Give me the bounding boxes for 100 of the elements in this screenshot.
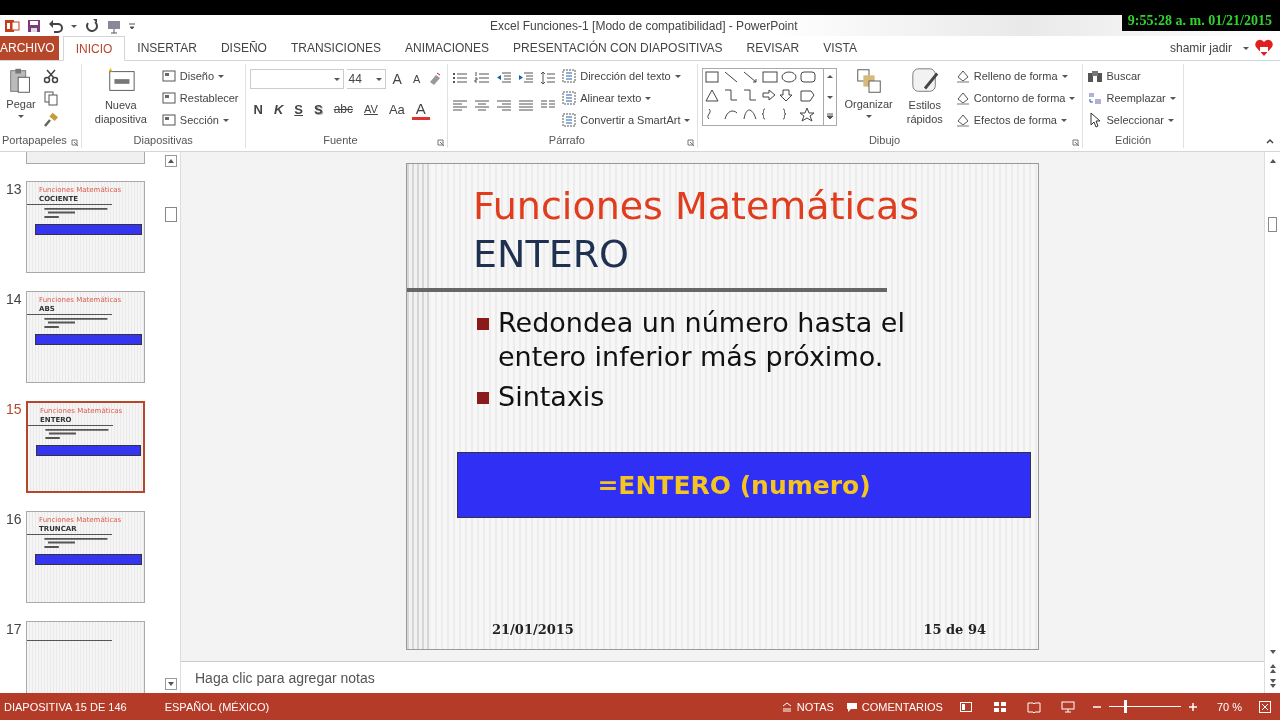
collapse-ribbon-icon[interactable] (1266, 137, 1274, 145)
ribbon-command[interactable]: Reemplazar (1087, 88, 1179, 108)
ribbon-command[interactable]: Convertir a SmartArt (561, 110, 694, 130)
replace-icon (1087, 90, 1104, 106)
slideshow-icon[interactable] (1060, 699, 1075, 714)
ribbon-command[interactable]: Relleno de forma (954, 66, 1079, 86)
notes-button[interactable]: NOTAS (780, 700, 834, 713)
ribbon-tab[interactable]: REVISAR (734, 36, 812, 60)
ribbon-command[interactable]: Buscar (1087, 66, 1179, 86)
format-painter-icon[interactable] (43, 112, 59, 128)
copy-icon[interactable] (43, 90, 59, 106)
ribbon-tab[interactable]: INSERTAR (125, 36, 209, 60)
slide-number: 15 (6, 401, 20, 419)
slide-thumbnail[interactable] (26, 621, 145, 693)
shape-icon (954, 112, 971, 128)
powerpoint-logo-icon[interactable] (4, 17, 20, 34)
slide-sorter-icon[interactable] (992, 699, 1007, 714)
caret-icon (1059, 116, 1068, 124)
increase-indent-icon[interactable] (518, 70, 535, 86)
ribbon-tab[interactable]: PRESENTACIÓN CON DIAPOSITIVAS (501, 36, 735, 60)
save-icon[interactable] (26, 17, 42, 34)
cut-icon[interactable] (43, 68, 59, 84)
font-name-field[interactable] (249, 69, 344, 89)
ribbon-command[interactable]: Sección (160, 110, 241, 130)
notes-field[interactable]: Haga clic para agregar notas (181, 661, 1264, 693)
ribbon-tab[interactable]: DISEÑO (208, 36, 279, 60)
group-label: Edición (1115, 134, 1152, 146)
bullets-icon[interactable] (452, 70, 469, 86)
group-label: Portapapeles (2, 134, 67, 146)
caret-icon (217, 72, 226, 80)
caret-icon (17, 112, 25, 120)
shape-icon (954, 90, 971, 106)
scroll-up-icon[interactable] (165, 155, 177, 167)
scroll-thumb[interactable] (165, 207, 177, 222)
scroll-thumb[interactable] (1268, 217, 1277, 232)
zoom-in-icon[interactable] (1186, 700, 1199, 713)
ribbon-command[interactable]: Seleccionar (1087, 110, 1179, 130)
line-spacing-icon[interactable] (540, 70, 557, 86)
ribbon-command[interactable]: Contorno de forma (954, 88, 1079, 108)
file-tab[interactable]: ARCHIVO (0, 36, 59, 60)
dialog-launcher-icon[interactable] (70, 139, 79, 147)
comments-button[interactable]: COMENTARIOS (845, 700, 943, 713)
format-button[interactable]: Aa (384, 98, 409, 120)
caret-icon (1060, 72, 1069, 80)
format-button[interactable]: abc (329, 98, 357, 120)
shapes-gallery[interactable] (702, 68, 838, 126)
format-button[interactable]: S (310, 98, 327, 120)
ribbon-command[interactable]: Restablecer (160, 88, 241, 108)
scrollbar[interactable] (1264, 152, 1280, 693)
bullet-icon (477, 392, 489, 404)
dialog-launcher-icon[interactable] (437, 139, 446, 147)
dialog-launcher-icon[interactable] (687, 139, 696, 147)
redo-icon[interactable] (84, 17, 100, 34)
normal-view-icon[interactable] (958, 699, 973, 714)
scrollbar[interactable] (162, 152, 180, 693)
format-button[interactable]: A (411, 98, 430, 120)
layout-icon (160, 112, 177, 128)
text-box-icon (561, 68, 578, 84)
language-button[interactable]: ESPAÑOL (MÉXICO) (164, 700, 270, 713)
ribbon-tab[interactable]: VISTA (811, 36, 870, 60)
slide[interactable]: Funciones Matemáticas ENTERO Redondea un número hasta el entero inferior más próximo. Sintaxis =ENTERO (numero) 21/01/2015 15 de 94 (406, 163, 1039, 650)
arrange-button[interactable]: Organizar (842, 66, 895, 132)
zoom-level-button[interactable]: 70 % (1216, 700, 1242, 713)
caret-icon[interactable] (1242, 44, 1250, 52)
new-slide-button[interactable]: Nueva diapositiva (85, 66, 156, 132)
binoculars-icon (1087, 68, 1104, 84)
slide-number: 14 (6, 291, 20, 309)
decrease-indent-icon[interactable] (496, 70, 513, 86)
ribbon-command[interactable]: Diseño (160, 66, 241, 86)
scroll-down-icon[interactable] (165, 678, 177, 690)
font-size-field[interactable]: 44 (346, 69, 386, 89)
caret-icon (1068, 94, 1077, 102)
slide-thumbnail[interactable] (26, 152, 145, 164)
text-box-icon (561, 90, 578, 106)
formula-text: =ENTERO (numero) (597, 470, 872, 500)
grow-font-button[interactable]: A (388, 68, 406, 90)
format-button[interactable]: AV (360, 98, 382, 120)
slide-subtitle: ENTERO (473, 231, 630, 278)
scroll-up-icon[interactable] (826, 73, 835, 81)
ribbon-tab[interactable]: TRANSICIONES (278, 36, 393, 60)
format-button[interactable]: N (249, 98, 267, 120)
slide-number: 17 (6, 621, 20, 639)
format-button[interactable]: S (290, 98, 307, 120)
ribbon-command[interactable]: Dirección del texto (561, 66, 694, 86)
dialog-launcher-icon[interactable] (1072, 139, 1081, 147)
ribbon-command[interactable]: Efectos de forma (954, 110, 1079, 130)
shrink-font-button[interactable]: A (408, 68, 425, 90)
scroll-down-icon[interactable] (826, 93, 835, 101)
fit-to-window-icon[interactable] (1258, 699, 1272, 714)
ribbon-tab[interactable]: INICIO (62, 36, 126, 61)
ribbon-command[interactable]: Alinear texto (561, 88, 694, 108)
user-account[interactable]: shamir jadir (1164, 40, 1238, 56)
format-button[interactable]: K (269, 98, 288, 120)
layout-icon (160, 68, 177, 84)
reading-view-icon[interactable] (1026, 699, 1041, 714)
more-icon[interactable] (826, 113, 835, 121)
ribbon-tab[interactable]: ANIMACIONES (392, 36, 501, 60)
paste-button[interactable]: Pegar (4, 66, 38, 132)
customize-icon[interactable] (128, 21, 136, 30)
quick-styles-button[interactable]: Estilos rápidos (899, 66, 950, 132)
